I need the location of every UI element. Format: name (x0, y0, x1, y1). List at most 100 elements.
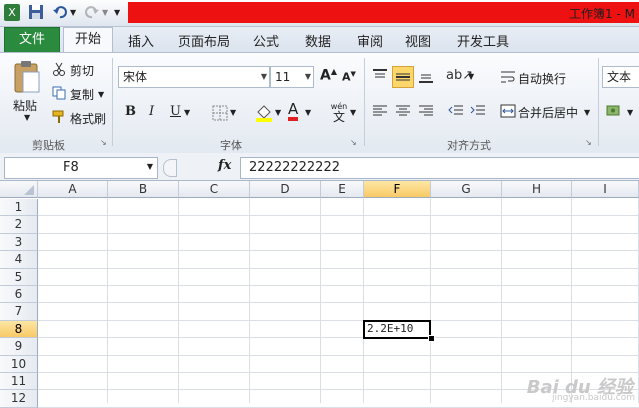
bold-button[interactable]: B (125, 104, 136, 119)
tab-file[interactable]: 文件 (4, 27, 60, 53)
increase-indent-icon[interactable] (470, 104, 486, 121)
merge-center-icon[interactable] (500, 104, 516, 121)
group-separator (112, 58, 113, 146)
column-header-a[interactable]: A (38, 181, 108, 198)
grid-line (38, 267, 639, 269)
decrease-indent-icon[interactable] (448, 104, 464, 121)
tab-review[interactable]: 审阅 (357, 31, 383, 50)
format-painter-button[interactable]: 格式刷 (70, 110, 106, 127)
clipboard-group-label: 剪贴板 (32, 139, 65, 152)
alignment-launcher-icon[interactable]: ↘ (585, 138, 592, 147)
paste-dropdown-icon[interactable]: ▼ (24, 113, 30, 122)
font-name-combo[interactable]: 宋体 ▼ (118, 66, 270, 88)
spreadsheet-grid[interactable]: ABCDEFGHI 1 2 3 4 5 6 7 8 9 10 11 12 2.2E+10 (0, 181, 639, 408)
align-center-icon[interactable] (395, 104, 411, 121)
tab-formulas[interactable]: 公式 (253, 31, 279, 50)
number-format-combo[interactable]: 文本 (602, 66, 639, 88)
row-header-8[interactable]: 8 (0, 320, 38, 339)
active-cell-f8[interactable]: 2.2E+10 (363, 319, 431, 340)
font-size-combo[interactable]: 11 ▼ (270, 66, 314, 88)
underline-button[interactable]: U (170, 104, 181, 119)
grow-font-button[interactable]: A▲ (320, 67, 337, 84)
row-header-12[interactable]: 12 (0, 390, 38, 408)
column-header-h[interactable]: H (502, 181, 572, 198)
formula-bar-splitter[interactable] (163, 159, 177, 177)
select-all-corner[interactable] (0, 181, 38, 198)
number-format-value: 文本 (607, 70, 632, 84)
row-header-9[interactable]: 9 (0, 338, 38, 356)
font-color-dropdown-icon[interactable]: ▼ (305, 108, 311, 117)
tab-page-layout[interactable]: 页面布局 (178, 31, 230, 50)
copy-button[interactable]: 复制 (70, 86, 94, 103)
copy-icon[interactable] (52, 86, 66, 103)
merge-center-button[interactable]: 合并后居中 (518, 104, 578, 121)
format-painter-icon[interactable] (52, 110, 66, 127)
row-header-2[interactable]: 2 (0, 216, 38, 234)
fill-color-dropdown-icon[interactable]: ▼ (275, 108, 281, 117)
paste-button[interactable]: 粘贴 (13, 97, 37, 114)
copy-dropdown-icon[interactable]: ▼ (98, 90, 104, 99)
tab-developer[interactable]: 开发工具 (457, 31, 509, 50)
tab-home[interactable]: 开始 (63, 27, 113, 53)
row-header-1[interactable]: 1 (0, 199, 38, 217)
border-icon[interactable] (212, 105, 228, 124)
customize-toolbar-icon[interactable]: ▼ (114, 8, 120, 25)
accounting-dropdown-icon[interactable]: ▼ (627, 108, 633, 117)
chevron-down-icon: ▼ (260, 72, 267, 81)
align-top-icon[interactable] (372, 68, 388, 87)
column-header-f[interactable]: F (364, 181, 431, 198)
tab-insert[interactable]: 插入 (128, 31, 154, 50)
insert-function-icon[interactable]: fx (218, 158, 231, 173)
column-header-g[interactable]: G (431, 181, 502, 198)
column-header-c[interactable]: C (179, 181, 250, 198)
cut-button[interactable]: 剪切 (70, 62, 94, 79)
border-dropdown-icon[interactable]: ▼ (230, 108, 236, 117)
clipboard-launcher-icon[interactable]: ↘ (100, 138, 107, 147)
row-header-11[interactable]: 11 (0, 373, 38, 391)
orientation-dropdown-icon[interactable]: ▼ (468, 72, 474, 81)
merge-dropdown-icon[interactable]: ▼ (584, 108, 590, 117)
fill-handle[interactable] (428, 335, 435, 343)
formula-input[interactable]: 22222222222 (240, 157, 639, 179)
undo-icon[interactable] (52, 4, 68, 21)
row-header-10[interactable]: 10 (0, 355, 38, 373)
row-header-4[interactable]: 4 (0, 251, 38, 269)
row-header-6[interactable]: 6 (0, 286, 38, 304)
undo-dropdown-icon[interactable]: ▼ (70, 8, 76, 25)
wrap-text-icon[interactable] (500, 70, 516, 87)
phonetic-dropdown-icon[interactable]: ▼ (350, 108, 356, 117)
italic-button[interactable]: I (149, 104, 154, 119)
phonetic-guide-button[interactable]: wén 文 (327, 100, 351, 123)
fill-color-icon[interactable] (255, 104, 273, 125)
save-icon[interactable] (28, 4, 44, 21)
excel-logo-icon[interactable]: X (4, 4, 20, 21)
column-header-i[interactable]: I (572, 181, 639, 198)
tab-view[interactable]: 视图 (405, 31, 431, 50)
grow-font-icon: A (320, 67, 331, 84)
column-header-d[interactable]: D (250, 181, 321, 198)
row-header-5[interactable]: 5 (0, 268, 38, 286)
row-header-3[interactable]: 3 (0, 233, 38, 252)
select-all-icon (23, 185, 34, 195)
underline-dropdown-icon[interactable]: ▼ (184, 108, 190, 117)
tab-data[interactable]: 数据 (305, 31, 331, 50)
align-bottom-icon[interactable] (418, 68, 434, 87)
redo-icon[interactable] (84, 4, 100, 21)
redo-dropdown-icon[interactable]: ▼ (102, 8, 108, 25)
shrink-font-button[interactable]: A▼ (342, 70, 356, 84)
font-color-button[interactable]: A (288, 101, 299, 121)
font-launcher-icon[interactable]: ↘ (350, 138, 357, 147)
name-box[interactable]: F8 ▼ (4, 157, 158, 179)
align-right-icon[interactable] (418, 104, 434, 121)
font-group-label: 字体 (220, 139, 242, 152)
cut-icon[interactable] (52, 62, 66, 79)
column-header-b[interactable]: B (108, 181, 179, 198)
accounting-format-icon[interactable] (606, 104, 626, 121)
align-middle-button[interactable] (392, 66, 414, 88)
active-cell-value: 2.2E+10 (367, 321, 414, 335)
paste-icon[interactable] (12, 60, 42, 94)
align-left-icon[interactable] (372, 104, 388, 121)
wrap-text-button[interactable]: 自动换行 (518, 70, 566, 87)
column-header-e[interactable]: E (321, 181, 364, 198)
row-header-7[interactable]: 7 (0, 303, 38, 321)
